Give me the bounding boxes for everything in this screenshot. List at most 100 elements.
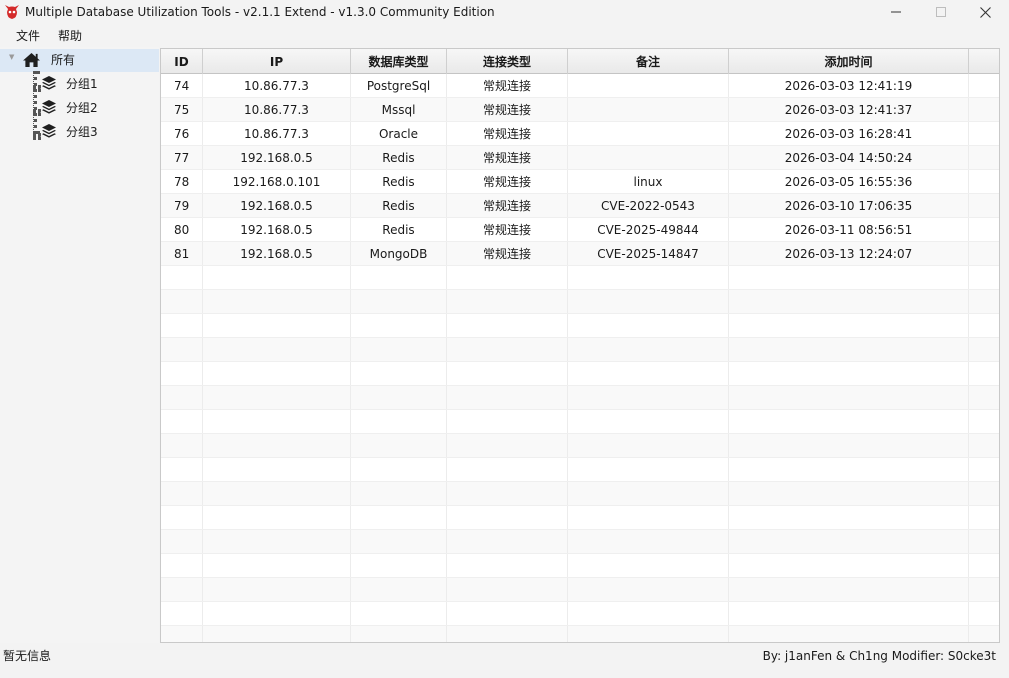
cell-filler (969, 242, 999, 266)
cell-id (161, 554, 203, 578)
cell-conn-type (447, 578, 568, 602)
empty-table-row (161, 266, 999, 290)
menu-file[interactable]: 文件 (14, 28, 42, 44)
window-title: Multiple Database Utilization Tools - v2… (25, 5, 495, 19)
connections-table[interactable]: ID IP 数据库类型 连接类型 备注 添加时间 74 10.86.77.3 Pos… (160, 48, 1000, 643)
menu-help[interactable]: 帮助 (56, 28, 84, 44)
cell-filler (969, 338, 999, 362)
cell-ip (203, 578, 351, 602)
cell-conn-type (447, 458, 568, 482)
cell-added-time (729, 314, 969, 338)
cell-filler (969, 362, 999, 386)
tree-item-group-1[interactable]: 分组1 (0, 73, 159, 96)
cell-conn-type: 常规连接 (447, 194, 568, 218)
cell-added-time (729, 602, 969, 626)
title-bar[interactable]: Multiple Database Utilization Tools - v2… (0, 0, 1009, 24)
cell-added-time (729, 578, 969, 602)
column-header-conn-type[interactable]: 连接类型 (447, 49, 568, 74)
close-button[interactable] (963, 0, 1008, 24)
column-header-db-type[interactable]: 数据库类型 (351, 49, 447, 74)
cell-added-time: 2026-03-13 12:24:07 (729, 242, 969, 266)
cell-db-type (351, 530, 447, 554)
table-row[interactable]: 75 10.86.77.3 Mssql 常规连接 2026-03-03 12:41:37 (161, 98, 999, 122)
cell-id: 77 (161, 146, 203, 170)
table-row[interactable]: 81 192.168.0.5 MongoDB 常规连接 CVE-2025-14847 20… (161, 242, 999, 266)
cell-ip: 10.86.77.3 (203, 98, 351, 122)
minimize-button[interactable] (873, 0, 918, 24)
cell-filler (969, 170, 999, 194)
minimize-icon (890, 11, 901, 13)
table-row[interactable]: 78 192.168.0.101 Redis 常规连接 linux 2026-03-05 … (161, 170, 999, 194)
cell-db-type (351, 290, 447, 314)
cell-filler (969, 146, 999, 170)
layers-icon (42, 100, 56, 114)
table-row[interactable]: 74 10.86.77.3 PostgreSql 常规连接 2026-03-03 12:… (161, 74, 999, 98)
cell-added-time (729, 506, 969, 530)
column-header-filler (969, 49, 999, 74)
empty-table-row (161, 602, 999, 626)
cell-added-time (729, 362, 969, 386)
cell-db-type: Redis (351, 218, 447, 242)
cell-added-time (729, 338, 969, 362)
table-row[interactable]: 80 192.168.0.5 Redis 常规连接 CVE-2025-49844 2026… (161, 218, 999, 242)
cell-db-type (351, 482, 447, 506)
cell-filler (969, 266, 999, 290)
cell-filler (969, 458, 999, 482)
cell-filler (969, 626, 999, 642)
table-row[interactable]: 77 192.168.0.5 Redis 常规连接 2026-03-04 14:50:2… (161, 146, 999, 170)
tree-item-group-2[interactable]: 分组2 (0, 97, 159, 120)
cell-note (568, 74, 729, 98)
cell-db-type (351, 626, 447, 642)
cell-ip (203, 266, 351, 290)
cell-conn-type: 常规连接 (447, 242, 568, 266)
cell-filler (969, 602, 999, 626)
tree-item-label: 分组2 (66, 101, 98, 115)
layers-icon (42, 76, 56, 90)
cell-ip (203, 290, 351, 314)
status-bar: 暂无信息 By: j1anFen & Ch1ng Modifier: S0cke… (0, 646, 1009, 666)
app-logo-icon (5, 5, 19, 19)
cell-conn-type (447, 362, 568, 386)
tree-item-label: 所有 (51, 53, 76, 67)
cell-id: 74 (161, 74, 203, 98)
tree-item-all[interactable]: ▼ 所有 (0, 49, 159, 72)
table-row[interactable]: 79 192.168.0.5 Redis 常规连接 CVE-2022-0543 2026-… (161, 194, 999, 218)
cell-db-type (351, 602, 447, 626)
cell-db-type (351, 458, 447, 482)
cell-conn-type (447, 410, 568, 434)
column-header-ip[interactable]: IP (203, 49, 351, 74)
cell-added-time (729, 434, 969, 458)
cell-conn-type (447, 314, 568, 338)
cell-id (161, 482, 203, 506)
cell-db-type: MongoDB (351, 242, 447, 266)
tree-item-label: 分组1 (66, 77, 98, 91)
cell-ip (203, 434, 351, 458)
cell-added-time (729, 266, 969, 290)
cell-id: 78 (161, 170, 203, 194)
cell-note (568, 122, 729, 146)
cell-note: CVE-2025-49844 (568, 218, 729, 242)
cell-db-type: PostgreSql (351, 74, 447, 98)
column-header-added-time[interactable]: 添加时间 (729, 49, 969, 74)
cell-note (568, 386, 729, 410)
cell-ip (203, 554, 351, 578)
maximize-button[interactable] (918, 0, 963, 24)
cell-ip (203, 602, 351, 626)
cell-id (161, 626, 203, 642)
cell-filler (969, 194, 999, 218)
cell-note: linux (568, 170, 729, 194)
tree-item-group-3[interactable]: 分组3 (0, 121, 159, 144)
column-header-note[interactable]: 备注 (568, 49, 729, 74)
cell-db-type: Oracle (351, 122, 447, 146)
cell-id: 81 (161, 242, 203, 266)
empty-table-row (161, 386, 999, 410)
cell-added-time (729, 410, 969, 434)
cell-conn-type: 常规连接 (447, 218, 568, 242)
home-icon (23, 52, 40, 68)
table-row[interactable]: 76 10.86.77.3 Oracle 常规连接 2026-03-03 16:28:4… (161, 122, 999, 146)
empty-table-row (161, 434, 999, 458)
collapse-caret-icon[interactable]: ▼ (9, 53, 14, 61)
cell-conn-type (447, 266, 568, 290)
column-header-id[interactable]: ID (161, 49, 203, 74)
layers-icon (42, 124, 56, 138)
